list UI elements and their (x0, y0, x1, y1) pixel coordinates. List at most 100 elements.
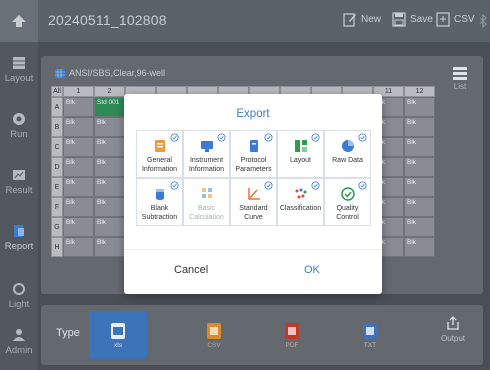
type-csv-button[interactable]: CSV (185, 311, 243, 359)
sidebar-item-label: Report (4, 241, 34, 252)
row-header[interactable]: E (51, 177, 63, 197)
row-header[interactable]: F (51, 197, 63, 217)
well-cell[interactable]: Blk (404, 217, 435, 237)
output-button[interactable]: Output (441, 315, 465, 343)
well-cell[interactable]: Blk (94, 237, 125, 257)
sidebar-item-admin[interactable]: Admin (0, 328, 38, 356)
list-label: List (453, 82, 467, 91)
well-cell[interactable]: Blk (94, 117, 125, 137)
export-type-panel: Type xls CSV PDF TXT Output (41, 305, 483, 365)
tile-layout[interactable]: Layout (277, 130, 324, 178)
row-header[interactable]: H (51, 237, 63, 257)
result-icon (13, 170, 25, 180)
row-header[interactable]: A (51, 97, 63, 117)
new-button[interactable]: New (343, 12, 381, 27)
row-header[interactable]: B (51, 117, 63, 137)
check-circle-icon (311, 181, 320, 190)
column-header[interactable]: 2 (94, 86, 125, 97)
sidebar-item-label: Light (8, 299, 30, 310)
well-cell[interactable]: Blk (404, 237, 435, 257)
type-csv-label: CSV (207, 341, 221, 349)
scatter-dots-icon (295, 188, 306, 199)
layout-grid-icon (294, 140, 307, 152)
edit-icon (343, 13, 356, 27)
tile-basic-calculation[interactable]: Basic Calculation (183, 178, 230, 226)
tile-label: General Information (141, 157, 178, 173)
well-cell[interactable]: Blk (404, 177, 435, 197)
csv-label: CSV (454, 14, 475, 25)
well-cell[interactable]: Blk (404, 137, 435, 157)
well-cell[interactable]: Blk (94, 197, 125, 217)
back-button[interactable] (0, 0, 38, 42)
new-label: New (361, 14, 382, 25)
sidebar-item-run[interactable]: Run (0, 112, 38, 140)
general-info-icon (154, 140, 165, 152)
txt-file-icon (363, 322, 377, 339)
sidebar-item-light[interactable]: Light (0, 282, 38, 310)
column-header[interactable]: 12 (404, 86, 435, 97)
plate-grid-icon (55, 68, 65, 78)
well-cell[interactable]: Blk (94, 177, 125, 197)
well-cell[interactable]: Blk (404, 157, 435, 177)
ok-button[interactable]: OK (304, 264, 320, 276)
well-cell[interactable]: Blk (63, 137, 94, 157)
check-circle-icon (264, 133, 273, 142)
well-cell[interactable]: Blk (63, 157, 94, 177)
cancel-button[interactable]: Cancel (174, 264, 208, 276)
tile-label: Raw Data (332, 157, 363, 164)
select-all-button[interactable]: All (51, 86, 63, 97)
list-icon (453, 67, 467, 80)
list-button[interactable]: List (453, 66, 467, 91)
well-cell[interactable]: Blk (63, 177, 94, 197)
tile-protocol-parameters[interactable]: Protocol Parameters (230, 130, 277, 178)
sidebar-item-label: Layout (4, 73, 34, 84)
well-cell[interactable]: Blk (94, 217, 125, 237)
sidebar: Layout Run Result Report Light Admin (0, 42, 38, 370)
column-header[interactable]: 1 (63, 86, 94, 97)
well-cell[interactable]: Blk (404, 117, 435, 137)
top-bar: 20240511_102808 New Save CSV (0, 0, 490, 42)
beaker-icon (155, 189, 164, 200)
tile-instrument-information[interactable]: Instrument Information (183, 130, 230, 178)
type-xls-label: xls (114, 341, 122, 349)
dialog-title: Export (236, 108, 270, 120)
well-cell[interactable]: Blk (63, 237, 94, 257)
save-button[interactable]: Save (392, 12, 433, 27)
well-cell[interactable]: Blk (94, 157, 125, 177)
csv-button[interactable]: CSV (436, 12, 475, 27)
tile-standard-curve[interactable]: Standard Curve (230, 178, 277, 226)
check-circle-icon (170, 133, 179, 142)
well-cell[interactable]: Blk (63, 217, 94, 237)
protocol-icon (249, 140, 258, 152)
report-icon (14, 225, 24, 237)
tile-blank-subtraction[interactable]: Blank Subtraction (136, 178, 183, 226)
well-cell[interactable]: Std 001 (94, 97, 125, 117)
tile-general-information[interactable]: General Information (136, 130, 183, 178)
tile-label: Layout (289, 157, 312, 164)
sidebar-item-layout[interactable]: Layout (0, 56, 38, 84)
output-label: Output (440, 334, 465, 343)
check-circle-icon (311, 133, 320, 142)
sidebar-item-label: Run (10, 129, 28, 140)
check-circle-icon (358, 133, 367, 142)
sidebar-item-result[interactable]: Result (0, 168, 38, 196)
tile-quality-control[interactable]: Quality Control (324, 178, 371, 226)
well-cell[interactable]: Blk (63, 97, 94, 117)
sidebar-item-report[interactable]: Report (0, 224, 38, 252)
type-txt-button[interactable]: TXT (341, 311, 399, 359)
well-cell[interactable]: Blk (404, 197, 435, 217)
row-header[interactable]: C (51, 137, 63, 157)
well-cell[interactable]: Blk (94, 137, 125, 157)
run-icon (13, 113, 25, 125)
row-header[interactable]: G (51, 217, 63, 237)
well-cell[interactable]: Blk (404, 97, 435, 117)
row-header[interactable]: D (51, 157, 63, 177)
type-pdf-button[interactable]: PDF (263, 311, 321, 359)
well-cell[interactable]: Blk (63, 197, 94, 217)
tile-label: Instrument Information (188, 157, 225, 173)
type-xls-button[interactable]: xls (89, 311, 147, 359)
tile-classification[interactable]: Classification (277, 178, 324, 226)
well-cell[interactable]: Blk (63, 117, 94, 137)
sidebar-item-label: Admin (5, 345, 33, 356)
tile-raw-data[interactable]: Raw Data (324, 130, 371, 178)
